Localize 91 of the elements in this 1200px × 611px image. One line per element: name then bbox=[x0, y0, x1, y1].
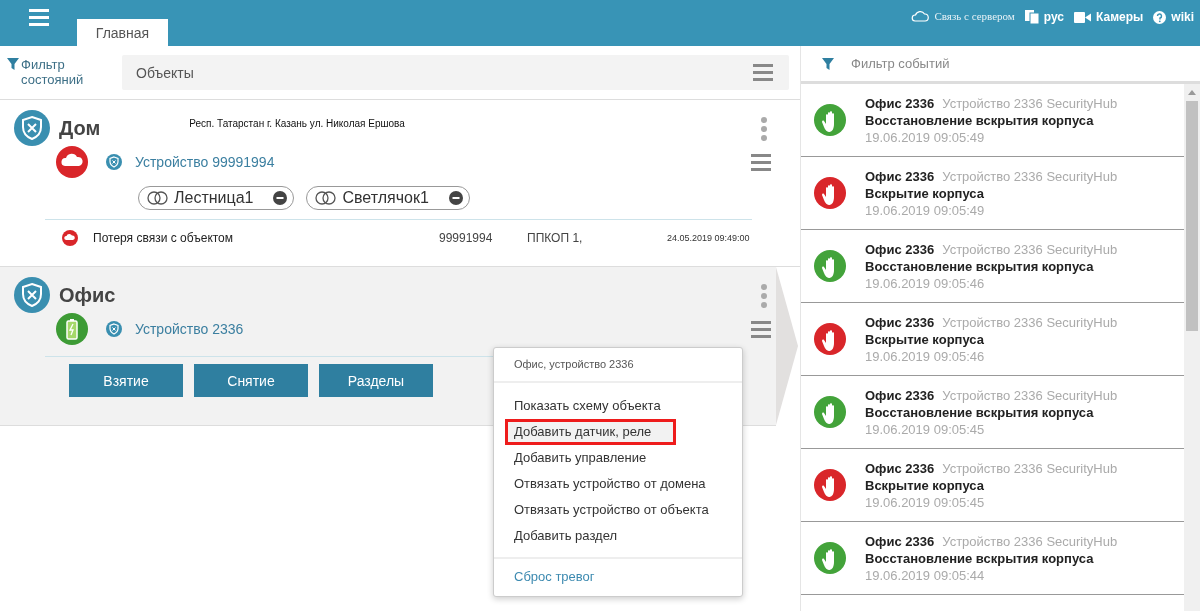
event-time: 19.06.2019 09:05:49 bbox=[865, 202, 986, 218]
filter-icon[interactable] bbox=[822, 58, 834, 70]
event-object: Офис 2336 bbox=[865, 241, 935, 257]
event-object: Офис 2336 bbox=[865, 168, 935, 184]
event-time: 24.05.2019 09:49:00 bbox=[667, 233, 750, 243]
hand-icon bbox=[814, 396, 846, 428]
event-object: Офис 2336 bbox=[865, 460, 935, 476]
event-device: Устройство 2336 SecurityHub bbox=[942, 387, 1118, 403]
hand-icon bbox=[814, 104, 846, 136]
action-button[interactable]: Разделы bbox=[319, 364, 433, 397]
menu-title: Офис, устройство 2336 bbox=[513, 357, 635, 372]
event-device: Устройство 2336 SecurityHub bbox=[942, 95, 1118, 111]
hand-icon bbox=[814, 177, 846, 209]
event-text: Вскрытие корпуса bbox=[865, 185, 985, 201]
event-device: Устройство 2336 SecurityHub bbox=[942, 460, 1118, 476]
menu-item[interactable]: Отвязать устройство от объекта bbox=[494, 497, 742, 523]
event-time: 19.06.2019 09:05:46 bbox=[865, 348, 986, 364]
translate-icon[interactable] bbox=[1024, 10, 1039, 24]
hand-icon bbox=[814, 323, 846, 355]
event-time: 19.06.2019 09:05:44 bbox=[865, 567, 986, 583]
shield-icon bbox=[106, 321, 122, 337]
event-text: Восстановление вскрытия корпуса bbox=[865, 112, 1095, 128]
event-text: Восстановление вскрытия корпуса bbox=[865, 258, 1095, 274]
event-object: Офис 2336 bbox=[865, 95, 935, 111]
menu-item[interactable]: Добавить раздел bbox=[494, 523, 742, 549]
event-time: 19.06.2019 09:05:49 bbox=[865, 129, 986, 145]
hand-icon bbox=[814, 250, 846, 282]
event-text: Вскрытие корпуса bbox=[865, 477, 985, 493]
more-icon[interactable] bbox=[761, 284, 767, 308]
menu-icon[interactable] bbox=[753, 64, 773, 81]
event-device: Устройство 2336 SecurityHub bbox=[942, 314, 1118, 330]
event-device: Устройство 2336 SecurityHub bbox=[942, 241, 1118, 257]
remove-icon[interactable] bbox=[448, 191, 463, 205]
event-item[interactable]: Офис 2336 Устройство 2336 SecurityHub Восстановление вскрытия корпуса 19.06.2019 09:05:46 bbox=[801, 230, 1184, 303]
video-camera-icon[interactable] bbox=[1074, 11, 1092, 23]
hand-icon bbox=[814, 542, 846, 574]
event-item[interactable]: Офис 2336 Устройство 2336 SecurityHub Вскрытие корпуса 19.06.2019 09:05:45 bbox=[801, 449, 1184, 522]
cloud-icon bbox=[911, 10, 930, 22]
event-device: Устройство 2336 SecurityHub bbox=[942, 533, 1118, 549]
event-time: 19.06.2019 09:05:45 bbox=[865, 421, 986, 437]
event-object: Офис 2336 bbox=[865, 387, 935, 403]
event-device: 99991994 bbox=[439, 231, 494, 245]
event-text: Восстановление вскрытия корпуса bbox=[865, 550, 1095, 566]
filter-link[interactable]: Фильтр состояний bbox=[21, 57, 101, 87]
event-text: Потеря связи с объектом bbox=[93, 231, 235, 245]
object-address: Респ. Татарстан г. Казань ул. Николая Ершова bbox=[189, 118, 405, 129]
event-object: Офис 2336 bbox=[865, 533, 935, 549]
event-item[interactable]: Офис 2336 Устройство 2336 SecurityHub Вскрытие корпуса 19.06.2019 09:05:49 bbox=[801, 157, 1184, 230]
toggle-icon bbox=[315, 191, 337, 205]
event-device: Устройство 2336 SecurityHub bbox=[942, 168, 1118, 184]
server-status: Связь с сервером bbox=[934, 10, 1015, 22]
menu-icon[interactable] bbox=[751, 153, 771, 171]
event-item[interactable]: Офис 2336 Устройство 2336 SecurityHub Восстановление вскрытия корпуса 19.06.2019 09:05:44 bbox=[801, 522, 1184, 595]
cloud-icon bbox=[62, 230, 78, 246]
event-text: Восстановление вскрытия корпуса bbox=[865, 404, 1095, 420]
event-item[interactable]: Офис 2336 Устройство 2336 SecurityHub Восстановление вскрытия корпуса 19.06.2019 09:05:49 bbox=[801, 84, 1184, 157]
toggle-icon bbox=[147, 191, 168, 205]
hand-icon bbox=[814, 469, 846, 501]
event-object: Офис 2336 bbox=[865, 314, 935, 330]
cloud-icon bbox=[56, 146, 88, 178]
panel-name: ППКОП 1, bbox=[527, 231, 584, 245]
search-field[interactable]: Объекты bbox=[122, 55, 789, 90]
event-item[interactable]: Офис 2336 Устройство 2336 SecurityHub Восстановление вскрытия корпуса 19.06.2019 09:05:45 bbox=[801, 376, 1184, 449]
help-icon[interactable] bbox=[1153, 10, 1167, 24]
shield-icon bbox=[14, 110, 50, 146]
menu-item[interactable]: Отвязать устройство от домена bbox=[494, 471, 742, 497]
tab[interactable]: Главная bbox=[77, 19, 168, 46]
shield-icon bbox=[106, 154, 122, 170]
filter-link[interactable]: Фильтр событий bbox=[851, 56, 950, 71]
menu-item[interactable]: Добавить датчик, реле bbox=[505, 419, 676, 445]
action-button[interactable]: Взятие bbox=[69, 364, 183, 397]
more-icon[interactable] bbox=[761, 117, 767, 141]
device-link[interactable]: Устройство 2336 bbox=[135, 321, 244, 337]
event-time: 19.06.2019 09:05:46 bbox=[865, 275, 986, 291]
shield-icon bbox=[14, 277, 50, 313]
action-button[interactable]: Снятие bbox=[194, 364, 308, 397]
filter-icon[interactable] bbox=[7, 58, 19, 70]
event-item[interactable]: Офис 2336 Устройство 2336 SecurityHub Вскрытие корпуса 19.06.2019 09:05:46 bbox=[801, 303, 1184, 376]
menu-item[interactable]: Показать схему объекта bbox=[494, 393, 742, 419]
event-text: Вскрытие корпуса bbox=[865, 331, 985, 347]
scrollbar[interactable] bbox=[1184, 84, 1200, 611]
menu-item[interactable]: Сброс тревог bbox=[494, 569, 742, 596]
object-name: Дом bbox=[59, 116, 101, 140]
menu-icon[interactable] bbox=[29, 9, 49, 26]
battery-icon bbox=[56, 313, 88, 345]
event-time: 19.06.2019 09:05:45 bbox=[865, 494, 986, 510]
remove-icon[interactable] bbox=[273, 191, 288, 205]
object-name: Офис bbox=[59, 283, 116, 307]
device-link[interactable]: Устройство 99991994 bbox=[135, 154, 275, 170]
menu-icon[interactable] bbox=[751, 320, 771, 338]
menu-item[interactable]: Добавить управление bbox=[494, 445, 742, 471]
